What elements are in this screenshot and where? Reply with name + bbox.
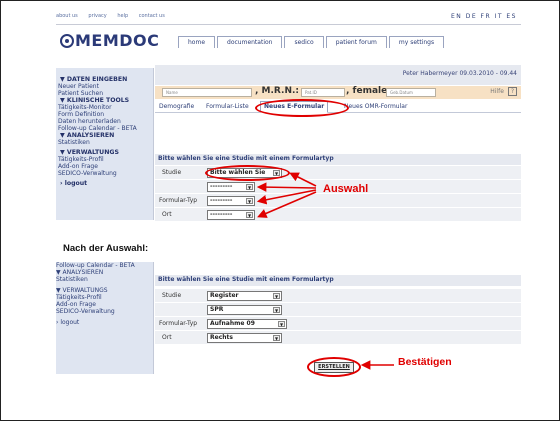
- sidebar-item-form-definition[interactable]: Form Definition: [56, 111, 153, 118]
- chevron-down-icon: ▼: [273, 307, 280, 313]
- nav-my-settings[interactable]: my settings: [388, 36, 445, 48]
- studie-label: Studie: [162, 292, 182, 299]
- sidebar-item-daten-herunterladen[interactable]: Daten herunterladen: [56, 118, 153, 125]
- formular-typ-label: Formular-Typ: [159, 320, 198, 327]
- formular-typ-label: Formular-Typ: [159, 197, 198, 204]
- studie-select[interactable]: Register ▼: [207, 291, 282, 301]
- sidebar-item-sedico-verwaltung[interactable]: SEDICO-Verwaltung: [56, 308, 153, 315]
- sidebar-item-taetigkeits-profil[interactable]: Tätigkeits-Profil: [56, 156, 153, 163]
- ort-select-value: Rechts: [210, 334, 233, 341]
- sidebar-section-verwaltungs[interactable]: ▼ VERWALTUNGS: [56, 287, 153, 294]
- mrn-label: , M.R.N.:: [255, 86, 299, 96]
- chevron-down-icon: ▼: [273, 335, 280, 341]
- sub-studie-select-value: ---------: [210, 183, 233, 190]
- about-us-link[interactable]: about us: [56, 13, 78, 19]
- highlight-oval-erstellen: [307, 357, 361, 377]
- divider: [56, 24, 521, 25]
- help-link[interactable]: help: [117, 13, 128, 19]
- form-title: Bitte wählen Sie eine Studie mit einem F…: [155, 275, 521, 286]
- annotation-arrows: [256, 172, 317, 218]
- sidebar-after: Follow-up Calendar - BETA ▼ ANALYSIEREN …: [56, 262, 154, 374]
- gender-text: , female,: [346, 86, 391, 96]
- sidebar-item-follow-up[interactable]: Follow-up Calendar - BETA: [56, 125, 153, 132]
- chevron-down-icon: ▼: [273, 293, 280, 299]
- sidebar-item-patient-suchen[interactable]: Patient Suchen: [56, 90, 153, 97]
- studie-select-value: Register: [210, 292, 239, 299]
- sidebar-section-verwaltungs[interactable]: ▼ VERWALTUNGS: [56, 149, 153, 156]
- language-switcher[interactable]: EN DE FR IT ES: [451, 13, 517, 20]
- logout-link[interactable]: › logout: [56, 319, 153, 326]
- main-nav: home documentation sedico patient forum …: [178, 36, 446, 48]
- patient-bar: Name , M.R.N.: Pat.ID , female, Geb.Datu…: [155, 86, 521, 99]
- nav-sedico[interactable]: sedico: [284, 36, 324, 48]
- bestaetigen-annotation: Bestätigen: [398, 356, 452, 368]
- formular-typ-select[interactable]: Aufnahme 09 ▼: [207, 319, 287, 329]
- patient-id-field[interactable]: Pat.ID: [301, 88, 345, 97]
- nav-patient-forum[interactable]: patient forum: [325, 36, 387, 48]
- header-band: Peter Habermeyer 09.03.2010 - 09.44: [155, 65, 521, 85]
- sidebar-section-analysieren[interactable]: ▼ ANALYSIEREN: [56, 132, 153, 139]
- nav-home[interactable]: home: [178, 36, 216, 48]
- sidebar-item-neuer-patient[interactable]: Neuer Patient: [56, 83, 153, 90]
- formular-typ-select-value: Aufnahme 09: [210, 320, 255, 327]
- tab-demografie[interactable]: Demografie: [159, 103, 194, 110]
- tab-neues-omr-formular[interactable]: Neues OMR-Formular: [344, 103, 407, 110]
- ort-label: Ort: [162, 334, 172, 341]
- help-button[interactable]: Hilfe ?: [488, 87, 517, 96]
- ort-select-value: ---------: [210, 211, 233, 218]
- patient-name-field[interactable]: Name: [162, 88, 252, 97]
- contact-us-link[interactable]: contact us: [139, 13, 165, 19]
- studie-label: Studie: [162, 169, 182, 176]
- formular-typ-select-value: ---------: [210, 197, 233, 204]
- sidebar-section-daten[interactable]: ▼ DATEN EINGEBEN: [56, 76, 153, 83]
- nav-documentation[interactable]: documentation: [217, 36, 283, 48]
- sidebar-section-analysieren[interactable]: ▼ ANALYSIEREN: [56, 269, 153, 276]
- sidebar-item-statistiken[interactable]: Statistiken: [56, 139, 153, 146]
- memdoc-logo[interactable]: MEMDOC: [60, 31, 159, 50]
- auswahl-annotation: Auswahl: [323, 183, 369, 195]
- caption-nach-der-auswahl: Nach der Auswahl:: [63, 243, 149, 254]
- ort-select[interactable]: Rechts ▼: [207, 333, 282, 343]
- ort-label: Ort: [162, 211, 172, 218]
- sidebar-item-follow-up[interactable]: Follow-up Calendar - BETA: [56, 262, 153, 269]
- sidebar-item-statistiken[interactable]: Statistiken: [56, 276, 153, 283]
- sidebar-item-sedico-verwaltung[interactable]: SEDICO-Verwaltung: [56, 170, 153, 177]
- annotation-arrow: [360, 360, 394, 370]
- sidebar-item-add-on-frage[interactable]: Add-on Frage: [56, 163, 153, 170]
- logo-icon: [60, 34, 74, 48]
- tab-formular-liste[interactable]: Formular-Liste: [206, 103, 249, 110]
- chevron-down-icon: ▼: [278, 321, 285, 327]
- sub-studie-select-value: SPR: [210, 306, 224, 313]
- help-icon: ?: [507, 87, 517, 96]
- logout-link[interactable]: › logout: [56, 180, 153, 187]
- privacy-link[interactable]: privacy: [88, 13, 106, 19]
- user-info: Peter Habermeyer 09.03.2010 - 09.44: [402, 70, 517, 77]
- logo-text: MEMDOC: [75, 31, 160, 50]
- sidebar-section-klinische[interactable]: ▼ KLINISCHE TOOLS: [56, 97, 153, 104]
- sidebar: ▼ DATEN EINGEBEN Neuer Patient Patient S…: [56, 68, 154, 220]
- sub-studie-select[interactable]: SPR ▼: [207, 305, 282, 315]
- sidebar-item-add-on-frage[interactable]: Add-on Frage: [56, 301, 153, 308]
- highlight-oval-tab: [255, 99, 349, 117]
- sidebar-item-taetigkeits-monitor[interactable]: Tätigkeits-Monitor: [56, 104, 153, 111]
- help-label: Hilfe: [490, 88, 504, 95]
- sidebar-item-taetigkeits-profil[interactable]: Tätigkeits-Profil: [56, 294, 153, 301]
- birthdate-field[interactable]: Geb.Datum: [386, 88, 436, 97]
